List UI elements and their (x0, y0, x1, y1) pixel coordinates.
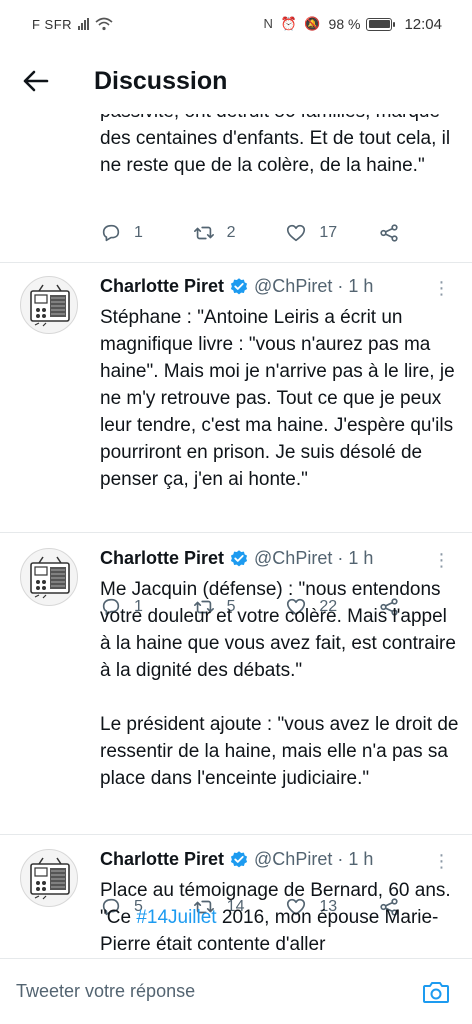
status-left: F SFR (32, 17, 113, 32)
tweet-actions: 1 2 17 (100, 222, 400, 244)
author-handle[interactable]: @ChPiret (254, 548, 332, 569)
tweet-text: Stéphane : "Antoine Leiris a écrit un ma… (100, 307, 455, 490)
share-button[interactable] (378, 222, 400, 244)
tweet-header: Charlotte Piret @ChPiret · 1 h (100, 548, 373, 569)
tweet-time: 1 h (348, 276, 374, 296)
verified-badge-icon (230, 850, 248, 867)
hashtag-link[interactable]: #14Juillet (136, 907, 216, 928)
author-name[interactable]: Charlotte Piret (100, 849, 224, 870)
tweet-text: Place au témoignage de Bernard, 60 ans. … (100, 877, 462, 958)
divider (0, 262, 472, 263)
battery-icon (366, 17, 396, 31)
reply-input[interactable]: Tweeter votre réponse (16, 981, 416, 1002)
author-handle[interactable]: @ChPiret (254, 849, 332, 870)
separator-dot: · (337, 276, 344, 296)
reply-icon (102, 224, 120, 242)
reply-button[interactable]: 1 (100, 222, 193, 244)
camera-button[interactable] (416, 972, 456, 1012)
camera-icon (423, 981, 449, 1003)
like-button[interactable]: 17 (285, 222, 378, 244)
app-header: Discussion (0, 48, 472, 114)
status-bar: F SFR N ⏰ 🔕 98 % 12:04 (0, 0, 472, 48)
author-name[interactable]: Charlotte Piret (100, 276, 224, 297)
tweet-header: Charlotte Piret @ChPiret · 1 h (100, 849, 373, 870)
radio-avatar-icon (30, 556, 70, 599)
tweet-paragraph: Me Jacquin (défense) : "nous entendons v… (100, 579, 456, 681)
tweet-time: 1 h (348, 849, 374, 869)
tweet-header: Charlotte Piret @ChPiret · 1 h (100, 276, 373, 297)
page-title: Discussion (94, 66, 228, 95)
radio-avatar-icon (30, 284, 70, 327)
avatar[interactable] (20, 548, 78, 606)
carrier-label: F SFR (32, 16, 73, 32)
verified-badge-icon (230, 277, 248, 294)
heart-icon (287, 224, 306, 242)
retweet-button[interactable]: 2 (193, 222, 286, 244)
reply-count: 1 (134, 224, 143, 241)
share-icon (380, 224, 398, 242)
retweet-icon (193, 226, 214, 240)
avatar[interactable] (20, 276, 78, 334)
back-arrow-icon (23, 70, 49, 92)
more-options-icon[interactable]: ⋮ (432, 851, 452, 871)
divider (0, 532, 472, 533)
radio-avatar-icon (30, 857, 70, 900)
author-name[interactable]: Charlotte Piret (100, 548, 224, 569)
tweet-text: Me Jacquin (défense) : "nous entendons v… (100, 576, 462, 792)
divider (0, 834, 472, 835)
author-handle[interactable]: @ChPiret (254, 276, 332, 297)
separator-dot: · (337, 849, 344, 869)
battery-percent: 98 % (328, 16, 361, 32)
status-right: N ⏰ 🔕 98 % 12:04 (264, 16, 442, 33)
more-options-icon[interactable]: ⋮ (432, 278, 452, 298)
tweet-time: 1 h (348, 548, 374, 568)
retweet-count: 2 (226, 224, 236, 241)
like-count: 17 (319, 224, 338, 241)
conversation-feed[interactable]: passivité, ont détruit 86 familles, marq… (0, 100, 472, 960)
wifi-icon (95, 17, 113, 31)
signal-icon (78, 18, 90, 30)
back-button[interactable] (0, 48, 72, 114)
verified-badge-icon (230, 549, 248, 566)
tweet-paragraph: Le président ajoute : "vous avez le droi… (100, 714, 459, 789)
clock: 12:04 (404, 15, 442, 33)
status-icons: N ⏰ 🔕 (263, 16, 323, 31)
avatar[interactable] (20, 849, 78, 907)
more-options-icon[interactable]: ⋮ (432, 550, 452, 570)
reply-composer: Tweeter votre réponse (0, 958, 472, 1024)
separator-dot: · (337, 548, 344, 568)
